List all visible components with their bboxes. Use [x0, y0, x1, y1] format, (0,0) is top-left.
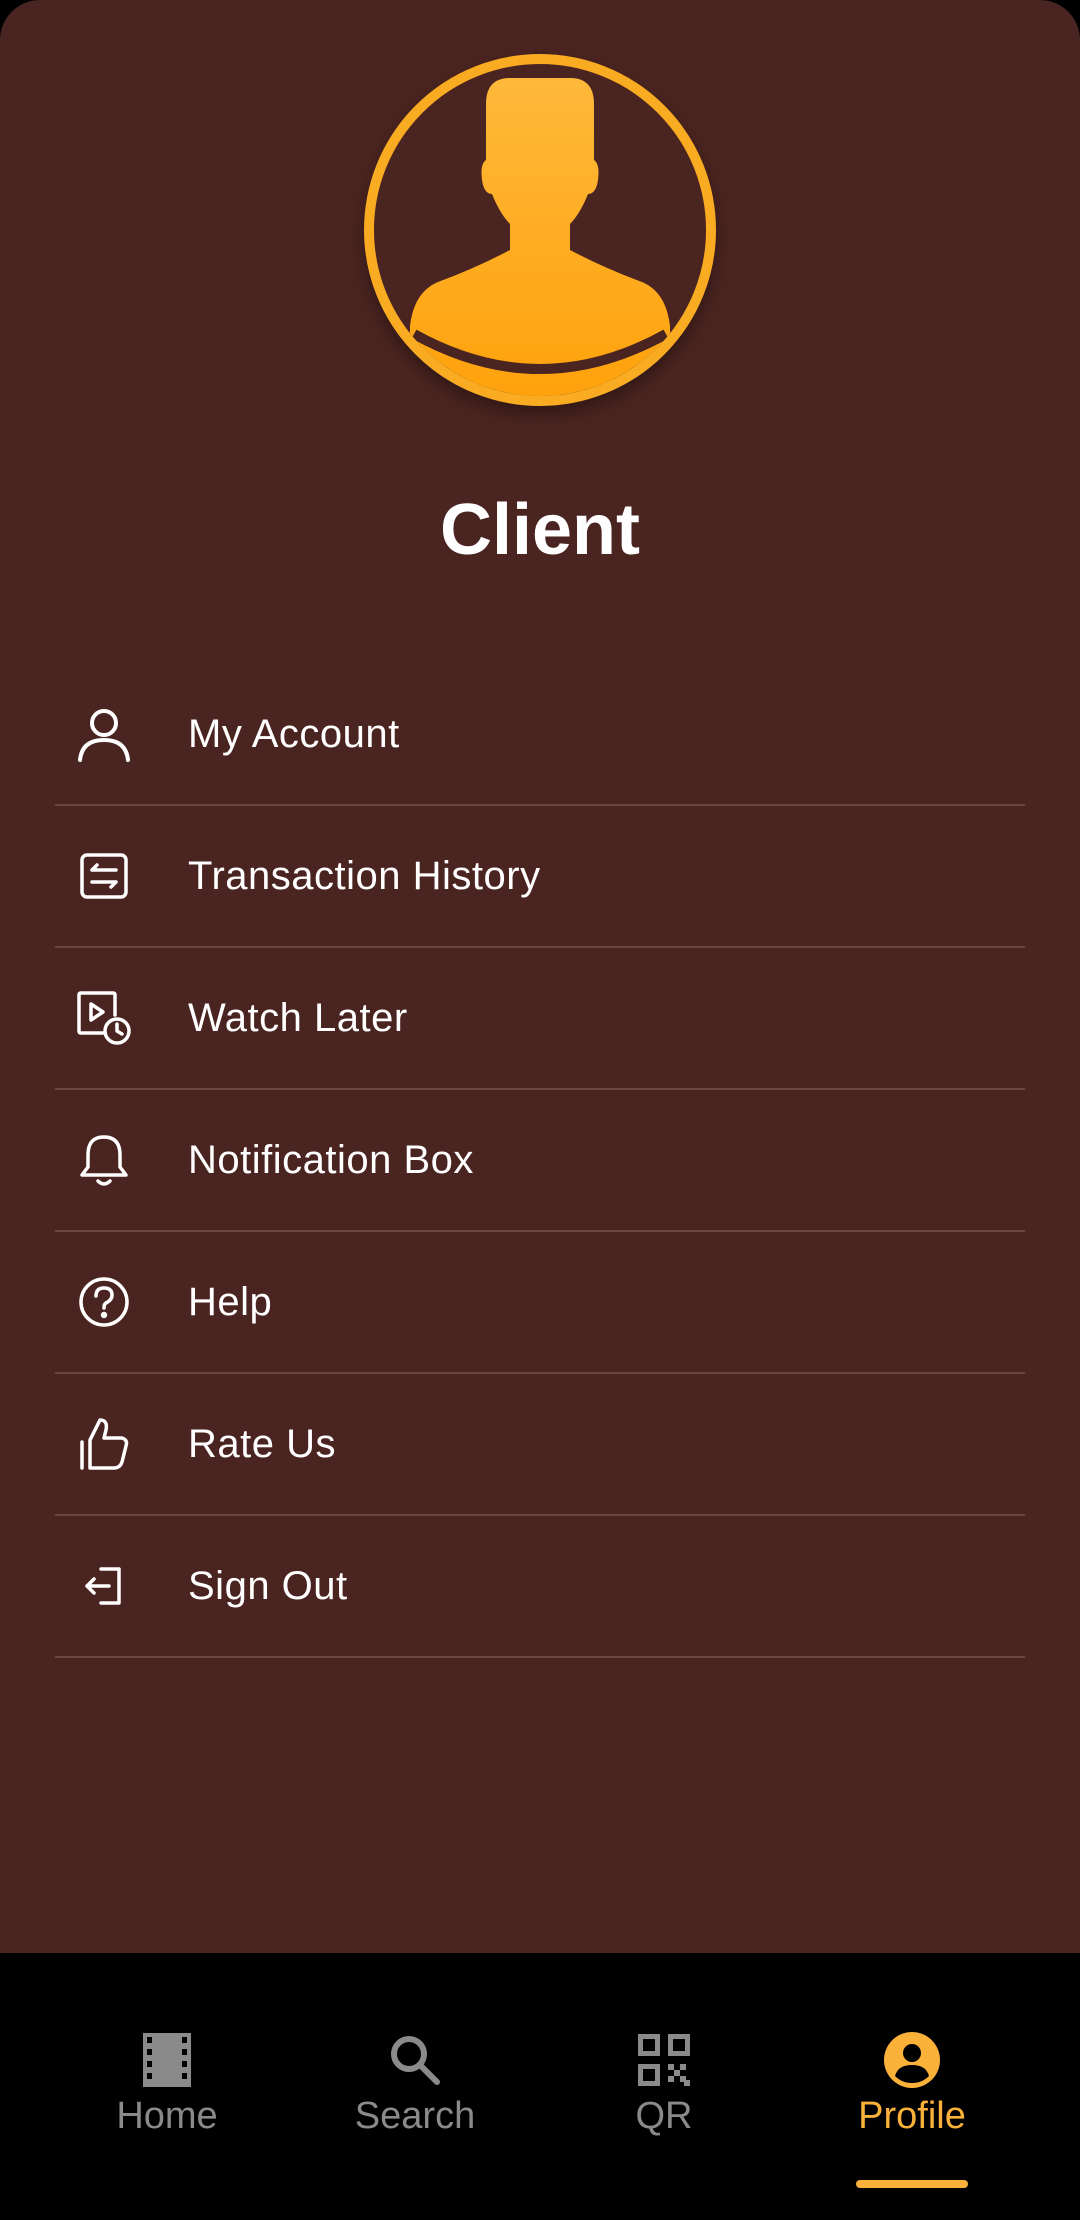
watch-later-icon: [69, 983, 139, 1053]
menu-item-label: Sign Out: [188, 1563, 348, 1608]
menu-item-label: Watch Later: [188, 995, 408, 1040]
profile-name: Client: [439, 490, 640, 570]
nav-label: Search: [354, 2095, 476, 2137]
menu-item-label: Notification Box: [188, 1137, 474, 1182]
nav-label: Home: [116, 2095, 218, 2137]
menu-item-label: Help: [188, 1279, 273, 1324]
film-icon: [134, 2027, 200, 2093]
avatar[interactable]: [364, 54, 716, 406]
profile-menu: My Account Transaction History Watch Lat…: [55, 664, 1025, 1658]
menu-item-sign-out[interactable]: Sign Out: [55, 1516, 1025, 1658]
profile-content: Client My Account Transaction History Wa…: [0, 0, 1080, 1953]
nav-item-search[interactable]: Search: [295, 1953, 535, 2220]
nav-item-home[interactable]: Home: [47, 1953, 287, 2220]
menu-item-label: My Account: [188, 711, 400, 756]
search-icon: [382, 2027, 448, 2093]
profile-screen: Client My Account Transaction History Wa…: [0, 0, 1080, 2220]
menu-item-transaction-history[interactable]: Transaction History: [55, 806, 1025, 948]
account-circle-icon: [879, 2027, 945, 2093]
active-tab-indicator: [856, 2180, 968, 2188]
menu-item-my-account[interactable]: My Account: [55, 664, 1025, 806]
help-circle-icon: [69, 1267, 139, 1337]
menu-item-notification-box[interactable]: Notification Box: [55, 1090, 1025, 1232]
person-outline-icon: [69, 699, 139, 769]
menu-item-help[interactable]: Help: [55, 1232, 1025, 1374]
nav-item-qr[interactable]: QR: [544, 1953, 784, 2220]
sign-out-icon: [69, 1551, 139, 1621]
thumbs-up-icon: [69, 1409, 139, 1479]
menu-item-label: Rate Us: [188, 1421, 336, 1466]
nav-label: QR: [635, 2095, 693, 2137]
menu-item-watch-later[interactable]: Watch Later: [55, 948, 1025, 1090]
bell-icon: [69, 1125, 139, 1195]
nav-label: Profile: [858, 2095, 966, 2137]
menu-item-rate-us[interactable]: Rate Us: [55, 1374, 1025, 1516]
menu-item-label: Transaction History: [188, 853, 541, 898]
transaction-icon: [69, 841, 139, 911]
person-silhouette-icon: [410, 78, 670, 396]
qr-code-icon: [631, 2027, 697, 2093]
